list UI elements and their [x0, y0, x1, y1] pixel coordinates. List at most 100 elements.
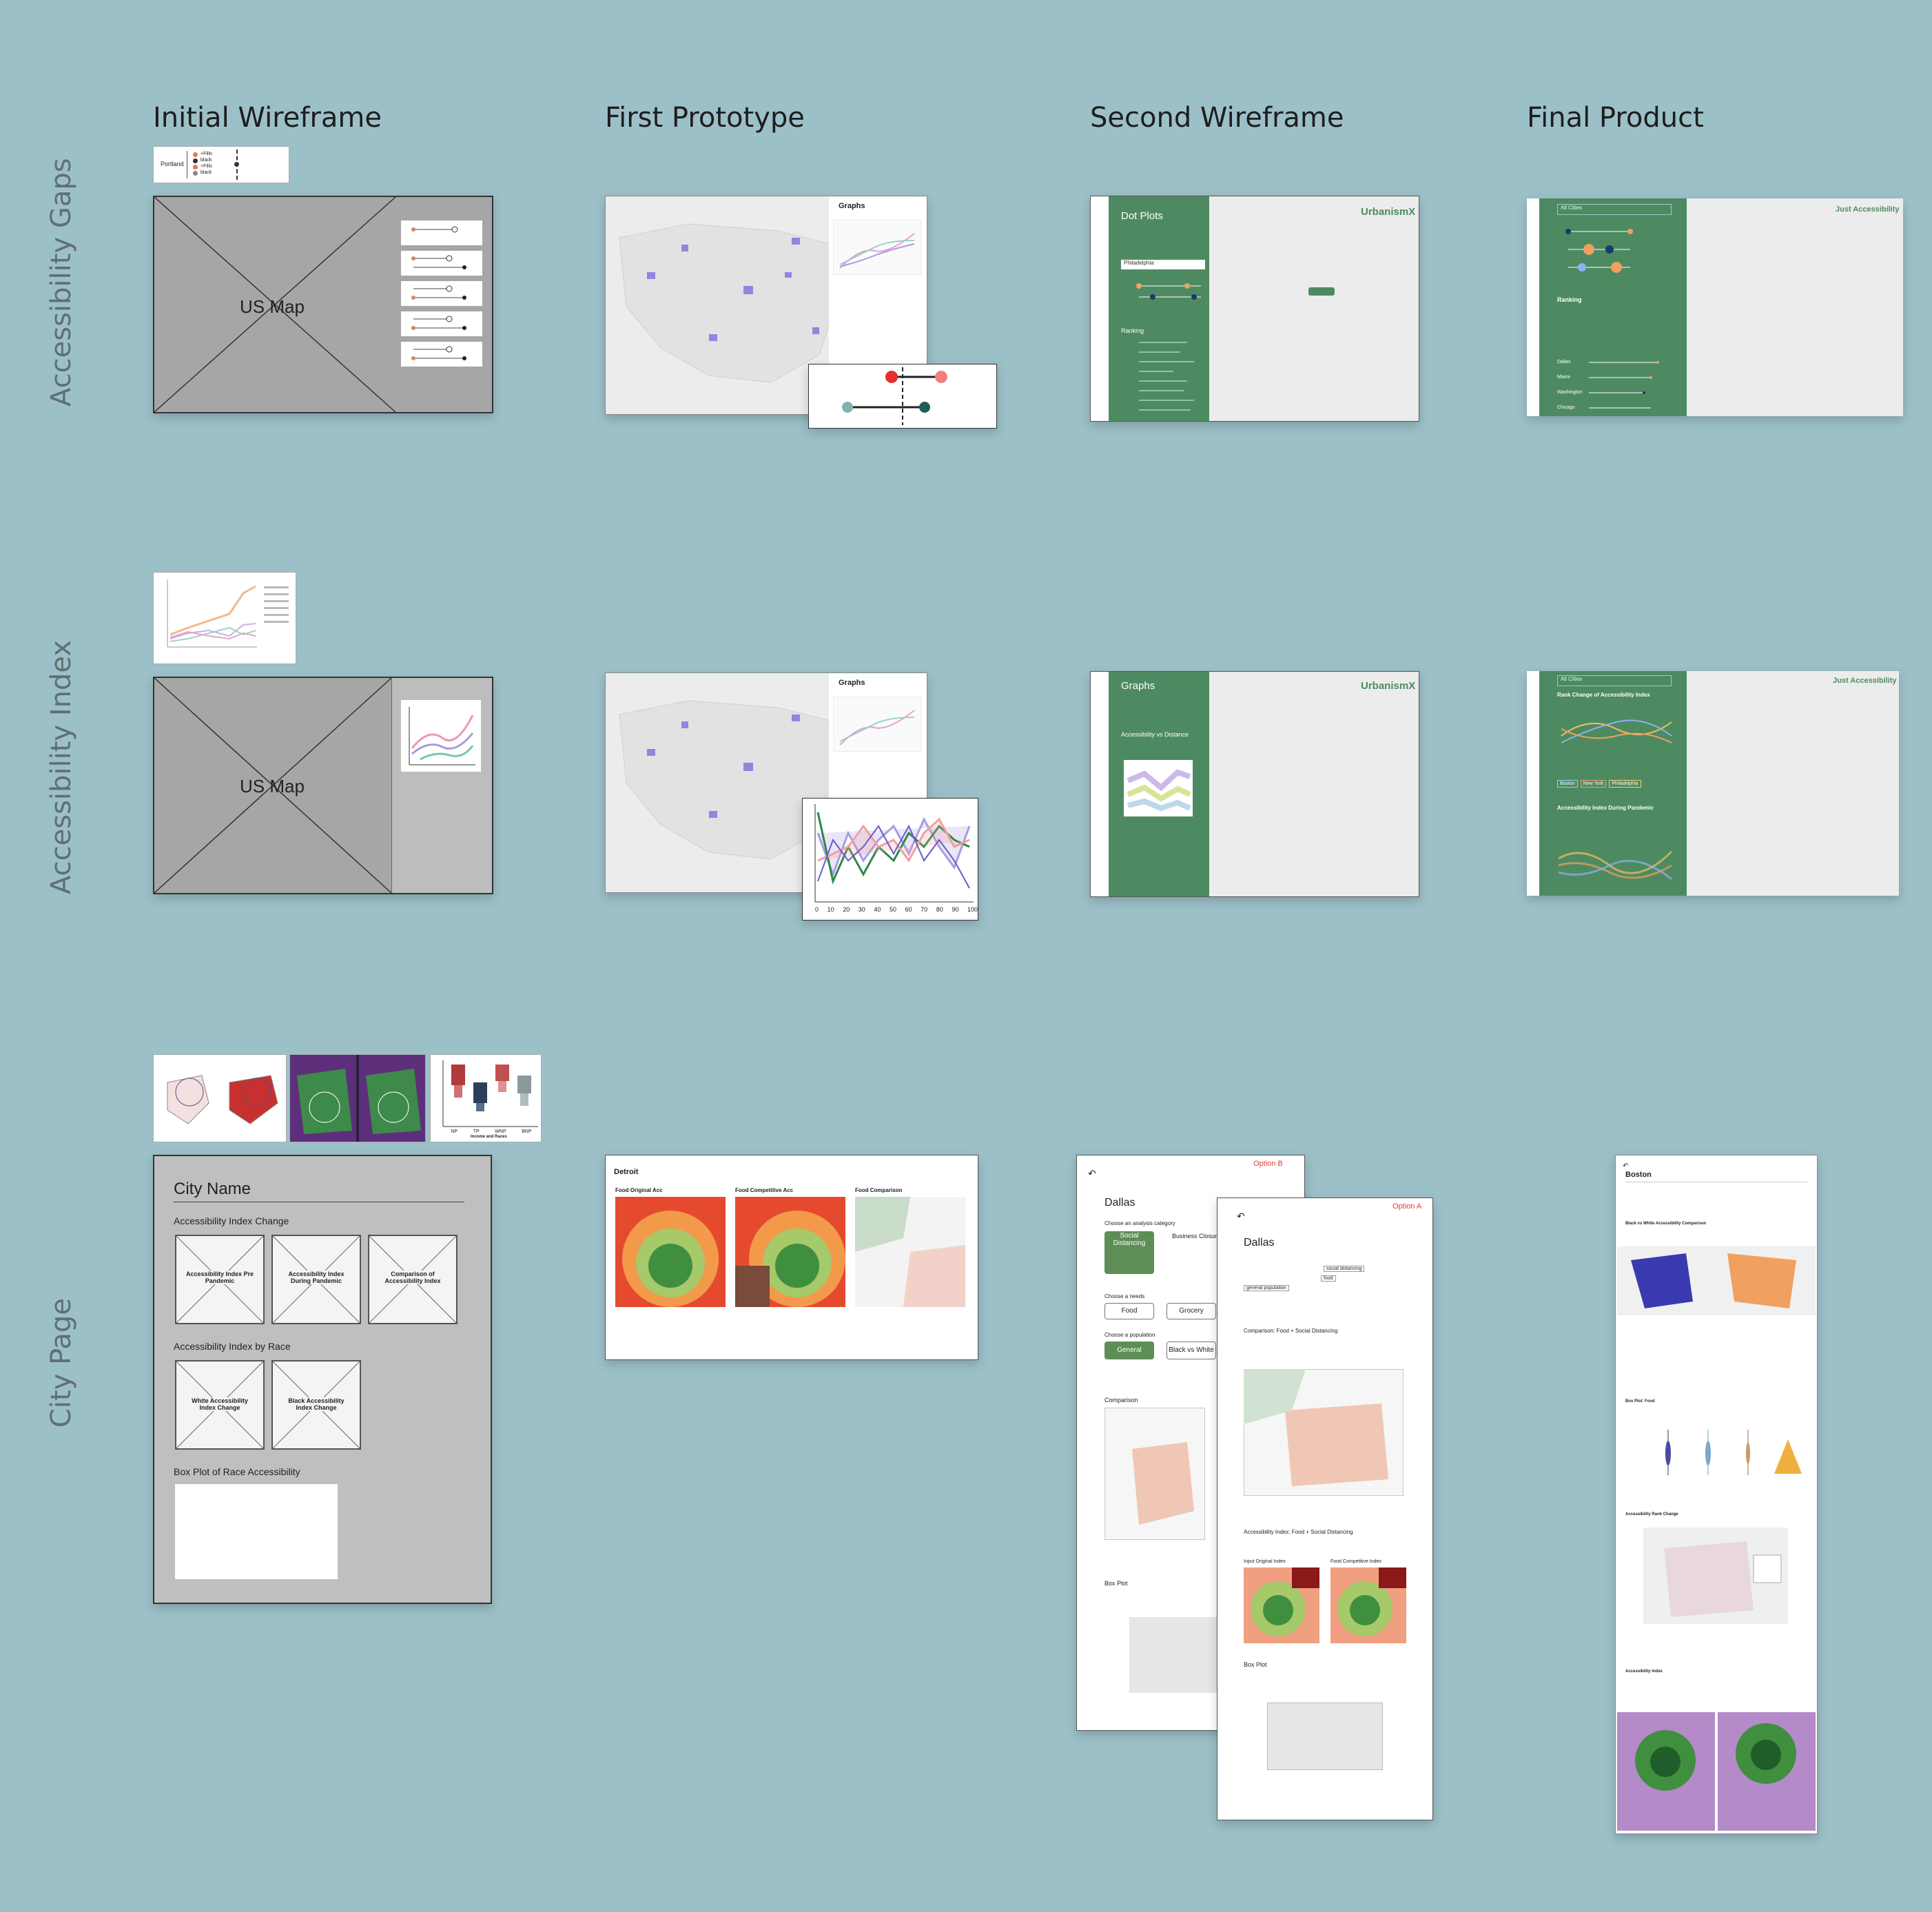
city-chips: Boston New York Philadelphia: [1557, 780, 1641, 788]
card-label: Accessibility Index During Pandemic: [280, 1271, 353, 1284]
brand-logo: UrbanismX: [1361, 206, 1416, 218]
boxplot-axis-label: Income and Races: [471, 1135, 507, 1139]
chip-city[interactable]: Boston: [1557, 780, 1578, 788]
panel-title: Food Competitive Acc: [735, 1187, 794, 1193]
prototype-city-page: Detroit Food Original Acc Food Competiti…: [605, 1155, 978, 1360]
choose-population-label: Choose a population: [1104, 1332, 1155, 1338]
back-icon[interactable]: ↶: [1623, 1162, 1628, 1170]
population-dropdown[interactable]: general population: [1244, 1285, 1289, 1291]
section-heading: Black vs White Accessibility Comparison: [1625, 1222, 1707, 1226]
ranking-city: Chicago: [1557, 405, 1575, 410]
food-competitive-label: Food Competitive Index: [1330, 1559, 1381, 1564]
placeholder-card: Accessibility Index Pre Pandemic: [175, 1235, 265, 1324]
box-plot-placeholder: [1267, 1703, 1383, 1770]
food-button[interactable]: Food: [1104, 1303, 1154, 1319]
heatmap-comparison: [855, 1197, 965, 1307]
race-maps-thumbnail: [153, 1054, 287, 1142]
food-accessibility-thumbnail: [289, 1054, 426, 1142]
city-title: Detroit: [614, 1168, 639, 1176]
final-gaps-panel: All Cities Ranking Dallas Miami Washingt…: [1527, 198, 1687, 416]
panel-title: Food Comparison: [855, 1187, 903, 1193]
wireframe-index: US Map: [153, 677, 493, 894]
card-label: White Accessibility Index Change: [183, 1397, 256, 1411]
us-map-label: US Map: [240, 296, 305, 317]
box-plot-label: Box Plot: [1104, 1580, 1128, 1587]
dumbbell-zoom: [808, 364, 997, 429]
heatmap-competitive: [735, 1197, 845, 1307]
box-plot-final: [1665, 1430, 1802, 1475]
graphs-green-panel: Graphs Accessibility vs Distance: [1091, 672, 1209, 896]
city-name: City Name: [174, 1180, 251, 1198]
chip-city[interactable]: New York: [1580, 780, 1607, 788]
dot-plots-panel: Dot Plots Philadelphia Ranking: [1091, 196, 1209, 421]
row-label-index: Accessibility Index: [45, 640, 77, 894]
business-closure-option[interactable]: Business Closure: [1172, 1233, 1220, 1240]
category-dropdown[interactable]: social distancing: [1324, 1266, 1365, 1272]
chip-city[interactable]: Philadelphia: [1609, 780, 1641, 788]
boxplot-categories: NP TP WNP BNP: [451, 1129, 532, 1134]
x-axis-ticks: 0 10 20 30 40 50 60 70 80 90 100: [815, 906, 978, 913]
graphs-title: Graphs: [839, 202, 865, 210]
legend-city: Portland: [161, 161, 184, 167]
second-wireframe-index: Graphs Accessibility vs Distance Urbanis…: [1090, 671, 1419, 897]
heatmap-original-index: [1244, 1567, 1319, 1643]
panel-title: Food Original Acc: [615, 1187, 663, 1193]
back-icon[interactable]: ↶: [1088, 1168, 1096, 1180]
box-plot-placeholder: [175, 1484, 338, 1579]
graphs-title: Graphs: [1121, 680, 1155, 692]
choose-category-label: Choose an analysis category: [1104, 1220, 1175, 1226]
ranking-label: Ranking: [1121, 327, 1144, 334]
index-maps-final: [1617, 1712, 1816, 1831]
comparison-map: [1104, 1408, 1205, 1540]
index-heading: Accessibility Index: Food + Social Dista…: [1244, 1529, 1353, 1535]
dot-plot-card: [401, 281, 482, 306]
city-title: Dallas: [1244, 1237, 1275, 1248]
final-gaps: All Cities Ranking Dallas Miami Washingt…: [1527, 198, 1903, 416]
placeholder-card: Comparison of Accessibility Index: [368, 1235, 458, 1324]
needs-dropdown[interactable]: food: [1321, 1275, 1336, 1282]
city-title: Dallas: [1104, 1197, 1135, 1209]
city-dropdown[interactable]: All Cities: [1557, 675, 1672, 686]
race-comparison-maps: [1617, 1246, 1816, 1315]
section-heading: Box Plot: Food: [1625, 1399, 1655, 1404]
grocery-button[interactable]: Grocery: [1167, 1303, 1216, 1319]
heatmap-competitive-index: [1330, 1567, 1406, 1643]
line-chart-zoom: 0 10 20 30 40 50 60 70 80 90 100: [802, 798, 978, 921]
box-plot-label: Box Plot: [1244, 1661, 1267, 1668]
wireframe-city-page: City Name Accessibility Index Change Acc…: [153, 1155, 492, 1604]
column-title-final: Final Product: [1527, 102, 1704, 134]
card-label: Comparison of Accessibility Index: [376, 1271, 449, 1284]
rank-change-map: [1643, 1528, 1788, 1624]
brand-logo: UrbanismX: [1361, 680, 1416, 692]
line-chart-thumbnail: [153, 572, 296, 664]
row-label-city: City Page: [45, 1298, 77, 1428]
ranking-label: Ranking: [1557, 296, 1582, 303]
dot-plot-card: [401, 251, 482, 276]
brand-logo: Just Accessibility: [1833, 677, 1897, 685]
placeholder-card: Accessibility Index During Pandemic: [271, 1235, 361, 1324]
column-title-second-wireframe: Second Wireframe: [1090, 102, 1344, 134]
ranking-city: Dallas: [1557, 360, 1571, 364]
brand-logo: Just Accessibility: [1836, 205, 1900, 214]
rank-change-title: Rank Change of Accessibility Index: [1557, 692, 1650, 698]
back-icon[interactable]: ↶: [1237, 1211, 1245, 1222]
section-heading: Accessibility Rank Change: [1625, 1512, 1678, 1517]
black-vs-white-button[interactable]: Black vs White: [1167, 1342, 1216, 1359]
social-distancing-button[interactable]: Social Distancing: [1104, 1231, 1154, 1274]
city-dropdown[interactable]: All Cities: [1557, 204, 1672, 215]
row-label-gaps: Accessibility Gaps: [45, 158, 77, 407]
dot-plot-card: [401, 342, 482, 367]
ranking-city: Washington: [1557, 390, 1583, 395]
map-tooltip: [1308, 287, 1335, 296]
legend-item: +Fillo: [201, 164, 212, 169]
card-label: Accessibility Index Pre Pandemic: [183, 1271, 256, 1284]
column-title-first-prototype: First Prototype: [605, 102, 805, 134]
heatmap-original: [615, 1197, 726, 1307]
city-select[interactable]: Philadelphia: [1121, 260, 1205, 269]
option-b-label: Option B: [1253, 1160, 1283, 1168]
general-button[interactable]: General: [1104, 1342, 1154, 1359]
dot-plot-card: [401, 220, 482, 245]
choose-needs-label: Choose a needs: [1104, 1293, 1145, 1299]
box-plot-heading: Box Plot of Race Accessibility: [174, 1466, 300, 1477]
index-during-title: Accessibility Index During Pandemic: [1557, 805, 1654, 811]
